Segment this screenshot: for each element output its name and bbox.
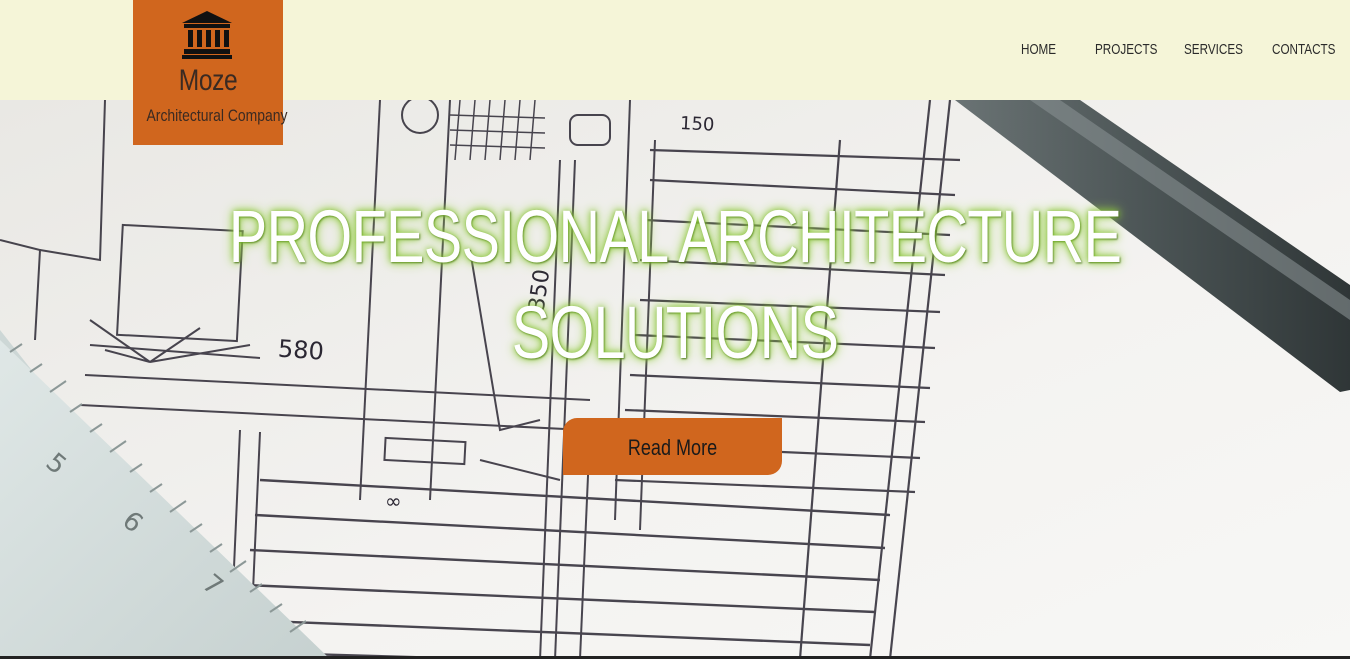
svg-text:∞: ∞: [385, 489, 402, 513]
hero-headline-line2: SOLUTIONS: [511, 291, 839, 374]
read-more-label: Read More: [627, 435, 718, 460]
blueprint-background: 580 350 150 ∞ 5 6 7: [0, 100, 1350, 659]
bank-building-icon: [182, 11, 232, 59]
nav-projects[interactable]: PROJECTS: [1095, 41, 1157, 58]
brand-name: Moze: [178, 64, 238, 97]
hero-section: 580 350 150 ∞ 5 6 7 PROFESSIONAL ARCHITE…: [0, 100, 1350, 659]
nav-services[interactable]: SERVICES: [1184, 41, 1243, 58]
svg-text:150: 150: [680, 113, 715, 136]
read-more-button[interactable]: Read More: [563, 418, 782, 475]
nav-contacts[interactable]: CONTACTS: [1272, 41, 1335, 58]
brand-logo[interactable]: Moze Architectural Company: [133, 0, 288, 145]
hero-headline-line1: PROFESSIONAL ARCHITECTURE: [228, 195, 1122, 278]
nav-home[interactable]: HOME: [1021, 41, 1056, 58]
brand-tagline: Architectural Company: [146, 106, 288, 125]
